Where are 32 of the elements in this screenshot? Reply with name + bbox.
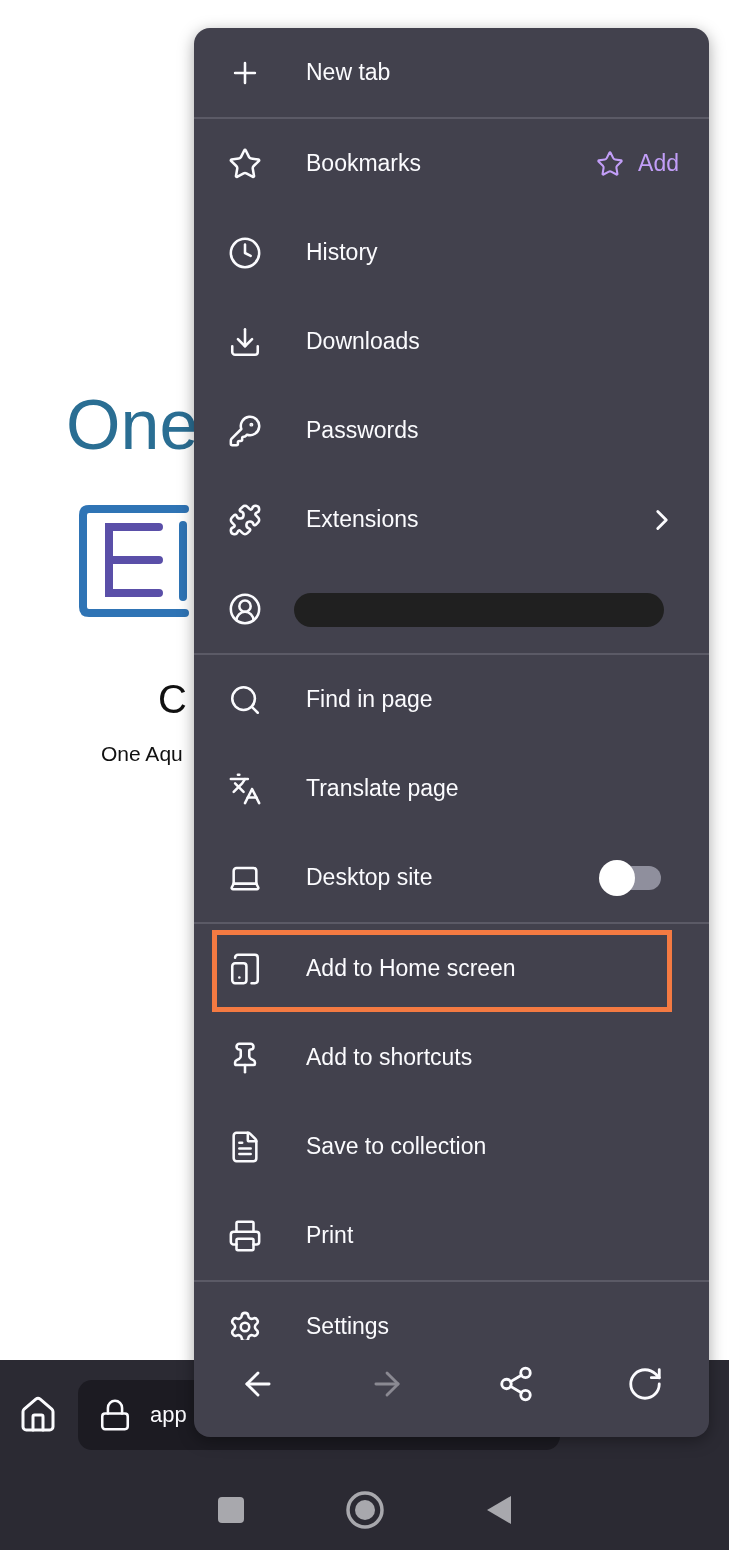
- menu-item[interactable]: New tab: [194, 28, 709, 117]
- lock-icon: [98, 1398, 132, 1432]
- home-button-icon[interactable]: [344, 1490, 385, 1530]
- menu-item[interactable]: Bookmarks Add: [194, 119, 709, 208]
- settings-icon: [228, 1309, 262, 1340]
- add-bookmark-link[interactable]: Add: [596, 149, 679, 178]
- account-icon: [228, 591, 262, 626]
- key-icon: [228, 413, 262, 448]
- menu-item[interactable]: Find in page: [194, 655, 709, 744]
- menu-item[interactable]: Add to Home screen: [194, 924, 709, 1013]
- menu-item[interactable]: Downloads: [194, 297, 709, 386]
- menu-item[interactable]: Settings: [194, 1282, 709, 1340]
- menu-item[interactable]: Save to collection: [194, 1102, 709, 1191]
- recents-icon[interactable]: [216, 1496, 245, 1524]
- page-text: One Aqu: [101, 741, 183, 767]
- menu-item[interactable]: Print: [194, 1191, 709, 1280]
- menu-item[interactable]: Desktop site: [194, 833, 709, 922]
- toggle-switch[interactable]: [599, 859, 661, 896]
- page-subheading: C: [158, 677, 187, 721]
- translate-icon: [228, 771, 262, 806]
- puzzle-icon: [228, 502, 262, 537]
- phone-icon: [228, 951, 262, 986]
- menu-item[interactable]: History: [194, 208, 709, 297]
- printer-icon: [228, 1218, 262, 1253]
- menu-item[interactable]: Passwords: [194, 386, 709, 475]
- star-icon: [596, 149, 625, 178]
- menu-item[interactable]: Add to shortcuts: [194, 1013, 709, 1102]
- menu-item[interactable]: Translate page: [194, 744, 709, 833]
- logo-icon: [79, 505, 191, 617]
- menu-item[interactable]: Extensions: [194, 475, 709, 564]
- clock-icon: [228, 235, 262, 270]
- star-icon: [228, 146, 262, 181]
